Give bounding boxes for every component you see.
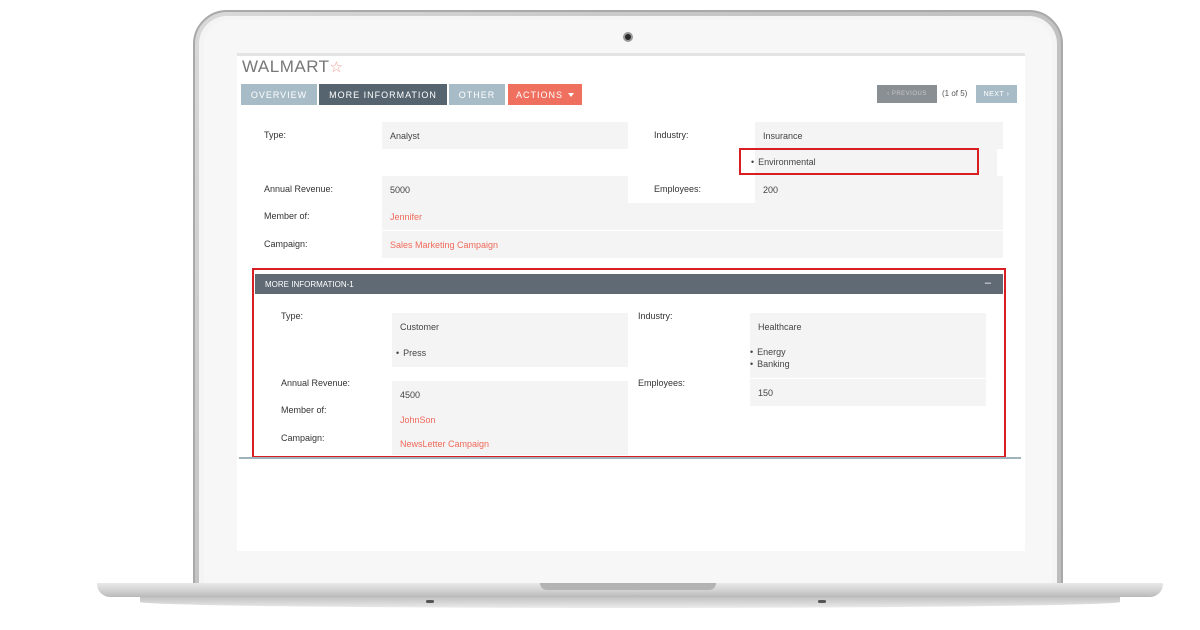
star-outline-icon[interactable]: ☆ <box>330 59 344 76</box>
employees-label: Employees: <box>654 184 702 194</box>
tab-label: OVERVIEW <box>250 89 308 100</box>
campaign-label: Campaign: <box>264 239 308 249</box>
campaign-link[interactable]: Sales Marketing Campaign <box>382 231 1003 258</box>
camera-icon <box>623 32 633 42</box>
tab-label: OTHER <box>458 89 496 100</box>
member-of-label: Member of: <box>264 211 310 221</box>
member-of-link[interactable]: Jennifer <box>382 203 1003 230</box>
tab-more-information[interactable]: MORE INFORMATION <box>319 84 447 105</box>
laptop-foot <box>818 600 826 603</box>
tab-label: ACTIONS <box>515 89 563 100</box>
next-button[interactable]: NEXT › <box>976 85 1017 103</box>
annual-revenue-value: 5000 <box>382 176 628 203</box>
industry-value: Insurance <box>755 122 1003 149</box>
industry-label: Industry: <box>654 130 689 140</box>
tab-other[interactable]: OTHER <box>449 84 505 105</box>
divider <box>239 457 1021 459</box>
previous-label: ‹ PREVIOUS <box>887 91 927 97</box>
highlight-box <box>739 148 979 175</box>
annual-revenue-label: Annual Revenue: <box>264 184 334 194</box>
actions-dropdown[interactable]: ACTIONS <box>508 84 582 105</box>
type-value: Analyst <box>382 122 628 149</box>
laptop-base-shadow <box>140 596 1120 608</box>
divider <box>237 53 1025 56</box>
screen: WALMART☆ OVERVIEW MORE INFORMATION OTHER… <box>237 53 1025 551</box>
record-title: WALMART☆ <box>242 57 344 77</box>
pagination-status: (1 of 5) <box>942 89 968 98</box>
laptop-notch <box>540 583 716 590</box>
type-label: Type: <box>264 130 287 140</box>
employees-value: 200 <box>755 176 1003 203</box>
highlight-box <box>252 268 1006 458</box>
tab-label: MORE INFORMATION <box>329 89 437 100</box>
tab-overview[interactable]: OVERVIEW <box>241 84 317 105</box>
next-label: NEXT › <box>983 90 1010 98</box>
previous-button[interactable]: ‹ PREVIOUS <box>877 85 937 103</box>
caret-down-icon <box>568 92 574 97</box>
record-title-text: WALMART <box>242 57 330 76</box>
laptop-foot <box>426 600 434 603</box>
